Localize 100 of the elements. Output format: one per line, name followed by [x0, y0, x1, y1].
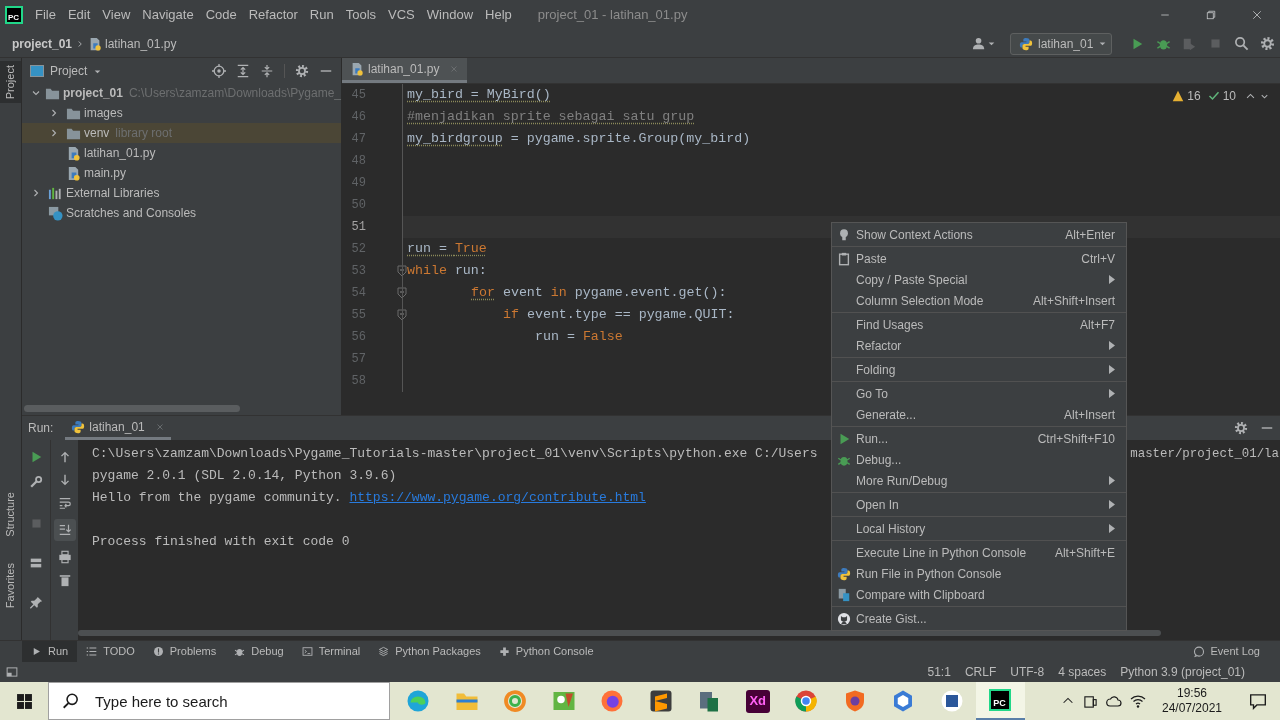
taskbar-app[interactable]: PC — [976, 682, 1025, 720]
tool-window-tab[interactable]: Debug — [225, 641, 293, 662]
scrollbar-thumb[interactable] — [78, 630, 1161, 636]
breadcrumb-item[interactable]: project_01 — [12, 34, 73, 53]
fold-marker-icon[interactable] — [397, 287, 407, 299]
menu-item[interactable]: Create Gist... — [832, 608, 1126, 629]
menu-item[interactable]: Refactor — [242, 5, 304, 25]
tool-window-tab[interactable]: Terminal — [292, 641, 370, 662]
tree-item[interactable]: Scratches and Consoles — [22, 203, 341, 223]
tool-window-tab[interactable]: Problems — [143, 641, 226, 662]
ok-count[interactable]: 10 — [1222, 87, 1236, 105]
menu-item[interactable]: View — [96, 5, 137, 25]
menu-item[interactable]: Refactor — [832, 335, 1126, 356]
info-icon — [152, 646, 164, 657]
python-file-icon — [66, 145, 81, 161]
compare-icon — [837, 587, 851, 602]
fold-marker-icon[interactable] — [397, 309, 407, 321]
menu-item[interactable]: Go To — [832, 383, 1126, 404]
menu-item[interactable]: Copy / Paste Special — [832, 269, 1126, 290]
tool-window-tab[interactable]: Python Packages — [369, 641, 490, 662]
tablet-icon[interactable] — [1083, 693, 1098, 709]
user-button[interactable] — [972, 36, 996, 51]
menu-item[interactable]: Paste Ctrl+V — [832, 248, 1126, 269]
menu-item[interactable]: Find Usages Alt+F7 — [832, 314, 1126, 335]
tool-window-tab[interactable]: TODO — [77, 641, 144, 662]
search-icon — [1233, 36, 1249, 51]
close-icon — [1251, 9, 1263, 21]
menu-item[interactable]: Tools — [339, 5, 383, 25]
print-icon[interactable] — [57, 550, 72, 564]
ring-icon — [503, 689, 528, 713]
status-item[interactable]: 4 spaces — [1058, 663, 1107, 681]
cloud-icon[interactable] — [1106, 693, 1122, 709]
collapse-all-icon[interactable] — [260, 64, 274, 78]
layout-icon[interactable] — [29, 556, 43, 570]
fold-marker-icon[interactable] — [397, 265, 407, 277]
menu-item[interactable]: Help — [479, 5, 518, 25]
event-log-tab[interactable]: Event Log — [1193, 643, 1260, 660]
settings-icon[interactable] — [1234, 421, 1248, 435]
tree-item[interactable]: External Libraries — [22, 183, 341, 203]
menu-item[interactable]: Show Context Actions Alt+Enter — [832, 224, 1126, 245]
scrollbar-thumb[interactable] — [24, 405, 240, 412]
tree-item[interactable]: latihan_01.py — [22, 143, 341, 163]
editor-tab[interactable]: latihan_01.py — [342, 58, 468, 83]
tree-item[interactable]: venv library root — [22, 123, 341, 143]
target-icon[interactable] — [212, 64, 226, 78]
menu-item[interactable]: Edit — [61, 5, 97, 25]
menu-item[interactable]: Local History — [832, 518, 1126, 539]
run-config-dropdown[interactable]: latihan_01 — [1010, 32, 1112, 55]
expand-all-icon[interactable] — [236, 64, 250, 78]
wifi-icon[interactable] — [1130, 693, 1146, 709]
console-line: Process finished with exit code 0 — [92, 533, 350, 552]
menu-item[interactable]: More Run/Debug — [832, 470, 1126, 491]
menu-item[interactable]: Generate... Alt+Insert — [832, 404, 1126, 425]
python-file-icon — [88, 36, 103, 51]
clock[interactable]: 19:56 24/07/2021 — [1154, 686, 1230, 716]
wrench-icon[interactable] — [29, 475, 43, 489]
pin-icon[interactable] — [29, 596, 43, 610]
menu-item[interactable]: Run File in Python Console — [832, 563, 1126, 584]
bulb-icon — [837, 227, 851, 242]
menu-item[interactable]: Navigate — [136, 5, 200, 25]
console-link[interactable]: https://www.pygame.org/contribute.html — [349, 490, 646, 506]
menu-item[interactable]: Execute Line in Python Console Alt+Shift+E — [832, 542, 1126, 563]
tool-window-tab[interactable]: Favorites — [0, 558, 21, 612]
layout-toggle-icon[interactable] — [6, 666, 18, 678]
soft-wrap-icon[interactable] — [57, 496, 72, 510]
status-item[interactable]: UTF-8 — [1010, 663, 1045, 681]
scratch-icon — [48, 205, 63, 221]
menu-item[interactable]: Debug... — [832, 449, 1126, 470]
status-item[interactable]: 51:1 — [927, 663, 951, 681]
search-field[interactable]: Type here to search — [48, 682, 390, 720]
python-icon — [498, 646, 510, 657]
menu-item[interactable]: Folding — [832, 359, 1126, 380]
panel-title-dropdown[interactable]: Project — [50, 62, 103, 80]
tool-window-tab[interactable]: Run — [22, 641, 78, 662]
menu-item[interactable]: Run — [303, 5, 340, 25]
status-item[interactable]: Python 3.9 (project_01) — [1120, 663, 1245, 681]
menu-item[interactable]: Open In — [832, 494, 1126, 515]
tree-item[interactable]: images — [22, 103, 341, 123]
menu-item[interactable]: Run... Ctrl+Shift+F10 — [832, 428, 1126, 449]
taskbar-app[interactable]: Xd — [733, 682, 782, 720]
scroll-to-end-button[interactable] — [53, 519, 76, 541]
menu-item[interactable]: VCS — [382, 5, 421, 25]
line-number: 55 — [350, 307, 366, 324]
settings-icon[interactable] — [295, 64, 309, 78]
tool-window-tab[interactable]: Project — [0, 61, 21, 104]
menu-item[interactable]: File — [29, 5, 62, 25]
warning-count[interactable]: 16 — [1187, 87, 1201, 105]
breadcrumb-item[interactable]: latihan_01.py — [105, 34, 177, 53]
code-line: run = False — [535, 328, 623, 347]
tool-window-tab[interactable]: Python Console — [489, 641, 603, 662]
menu-item[interactable]: Column Selection Mode Alt+Shift+Insert — [832, 290, 1126, 311]
trash-icon[interactable] — [57, 573, 72, 587]
menu-item[interactable]: Code — [199, 5, 243, 25]
clipboard-icon — [837, 251, 851, 266]
tool-window-tab[interactable]: Structure — [0, 488, 21, 541]
window-title: project_01 - latihan_01.py — [537, 6, 688, 25]
menu-item[interactable]: Compare with Clipboard — [832, 584, 1126, 605]
tree-item[interactable]: main.py — [22, 163, 341, 183]
status-item[interactable]: CRLF — [964, 663, 997, 681]
menu-item[interactable]: Window — [420, 5, 480, 25]
